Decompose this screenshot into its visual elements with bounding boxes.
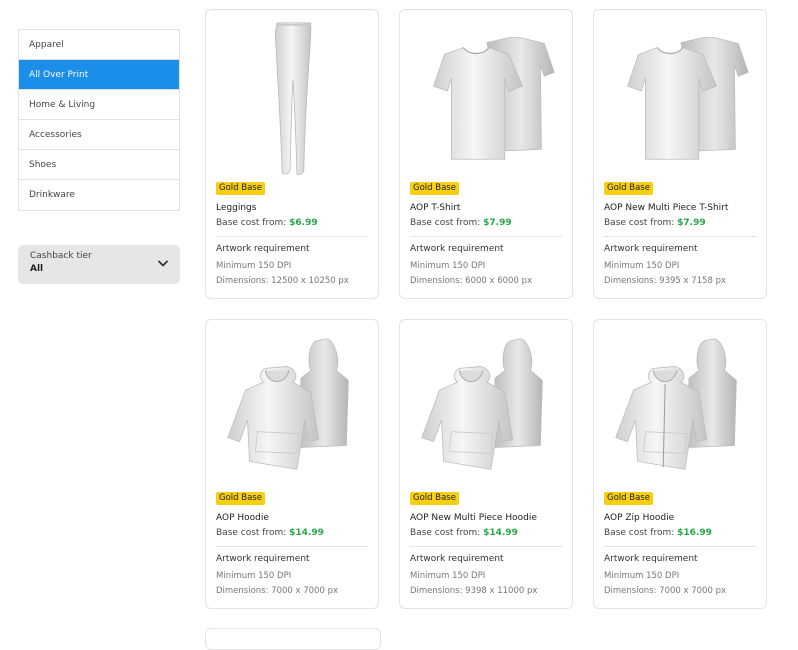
- divider: [216, 546, 368, 547]
- category-accessories[interactable]: Accessories: [19, 120, 179, 150]
- cashback-tier-select[interactable]: Cashback tier All: [18, 245, 180, 284]
- base-cost-price: $7.99: [483, 218, 512, 228]
- gold-base-badge: Gold Base: [216, 182, 265, 195]
- product-card-aop-hoodie[interactable]: Gold Base AOP Hoodie Base cost from: $14…: [205, 319, 379, 609]
- base-cost-price: $16.99: [677, 528, 712, 538]
- artwork-dimensions: Dimensions: 12500 x 10250 px: [216, 276, 349, 286]
- product-card-aop-zip-hoodie[interactable]: Gold Base AOP Zip Hoodie Base cost from:…: [593, 319, 767, 609]
- artwork-requirement-title: Artwork requirement: [604, 554, 698, 564]
- base-cost-label: Base cost from:: [216, 528, 290, 538]
- base-cost-price: $6.99: [289, 218, 318, 228]
- artwork-dpi: Minimum 150 DPI: [216, 571, 292, 581]
- artwork-dpi: Minimum 150 DPI: [604, 571, 680, 581]
- artwork-dimensions: Dimensions: 6000 x 6000 px: [410, 276, 533, 286]
- product-name: AOP New Multi Piece T-Shirt: [604, 203, 729, 213]
- artwork-dpi: Minimum 150 DPI: [216, 261, 292, 271]
- artwork-dimensions: Dimensions: 9395 x 7158 px: [604, 276, 727, 286]
- product-card-aop-tshirt[interactable]: Gold Base AOP T-Shirt Base cost from: $7…: [399, 9, 573, 299]
- gold-base-badge: Gold Base: [604, 492, 653, 505]
- artwork-dimensions: Dimensions: 7000 x 7000 px: [216, 586, 339, 596]
- category-list: Apparel All Over Print Home & Living Acc…: [18, 29, 180, 211]
- base-cost: Base cost from: $14.99: [216, 528, 324, 538]
- gold-base-badge: Gold Base: [410, 182, 459, 195]
- product-card-partial[interactable]: [205, 628, 381, 650]
- base-cost-label: Base cost from:: [216, 218, 290, 228]
- category-all-over-print[interactable]: All Over Print: [19, 60, 179, 90]
- base-cost-label: Base cost from:: [410, 528, 484, 538]
- artwork-dpi: Minimum 150 DPI: [604, 261, 680, 271]
- gold-base-badge: Gold Base: [410, 492, 459, 505]
- base-cost-price: $14.99: [289, 528, 324, 538]
- divider: [410, 546, 562, 547]
- zip-hoodie-image: [594, 320, 766, 490]
- artwork-requirement-title: Artwork requirement: [216, 554, 310, 564]
- gold-base-badge: Gold Base: [216, 492, 265, 505]
- artwork-requirement-title: Artwork requirement: [216, 244, 310, 254]
- product-card-leggings[interactable]: Gold Base Leggings Base cost from: $6.99…: [205, 9, 379, 299]
- artwork-dpi: Minimum 150 DPI: [410, 261, 486, 271]
- artwork-requirement-title: Artwork requirement: [410, 244, 504, 254]
- cashback-tier-label: Cashback tier: [30, 251, 92, 261]
- category-home-living[interactable]: Home & Living: [19, 90, 179, 120]
- leggings-image: [206, 10, 378, 180]
- category-drinkware[interactable]: Drinkware: [19, 180, 179, 210]
- hoodie-image: [400, 320, 572, 490]
- artwork-dimensions: Dimensions: 7000 x 7000 px: [604, 586, 727, 596]
- base-cost-label: Base cost from:: [410, 218, 484, 228]
- base-cost-price: $14.99: [483, 528, 518, 538]
- product-card-aop-multi-piece-hoodie[interactable]: Gold Base AOP New Multi Piece Hoodie Bas…: [399, 319, 573, 609]
- product-card-aop-multi-piece-tshirt[interactable]: Gold Base AOP New Multi Piece T-Shirt Ba…: [593, 9, 767, 299]
- base-cost-price: $7.99: [677, 218, 706, 228]
- base-cost: Base cost from: $7.99: [410, 218, 512, 228]
- category-shoes[interactable]: Shoes: [19, 150, 179, 180]
- product-name: AOP New Multi Piece Hoodie: [410, 513, 537, 523]
- divider: [604, 546, 756, 547]
- tshirt-image: [400, 10, 572, 180]
- divider: [216, 236, 368, 237]
- base-cost: Base cost from: $16.99: [604, 528, 712, 538]
- category-apparel[interactable]: Apparel: [19, 30, 179, 60]
- gold-base-badge: Gold Base: [604, 182, 653, 195]
- artwork-dimensions: Dimensions: 9398 x 11000 px: [410, 586, 538, 596]
- chevron-down-icon: [158, 260, 168, 267]
- cashback-tier-value: All: [30, 264, 44, 274]
- base-cost: Base cost from: $7.99: [604, 218, 706, 228]
- hoodie-image: [206, 320, 378, 490]
- divider: [410, 236, 562, 237]
- product-name: AOP Hoodie: [216, 513, 269, 523]
- artwork-dpi: Minimum 150 DPI: [410, 571, 486, 581]
- product-name: Leggings: [216, 203, 257, 213]
- divider: [604, 236, 756, 237]
- tshirt-image: [594, 10, 766, 180]
- base-cost: Base cost from: $6.99: [216, 218, 318, 228]
- base-cost-label: Base cost from:: [604, 218, 678, 228]
- artwork-requirement-title: Artwork requirement: [410, 554, 504, 564]
- base-cost-label: Base cost from:: [604, 528, 678, 538]
- base-cost: Base cost from: $14.99: [410, 528, 518, 538]
- product-name: AOP Zip Hoodie: [604, 513, 675, 523]
- artwork-requirement-title: Artwork requirement: [604, 244, 698, 254]
- product-name: AOP T-Shirt: [410, 203, 461, 213]
